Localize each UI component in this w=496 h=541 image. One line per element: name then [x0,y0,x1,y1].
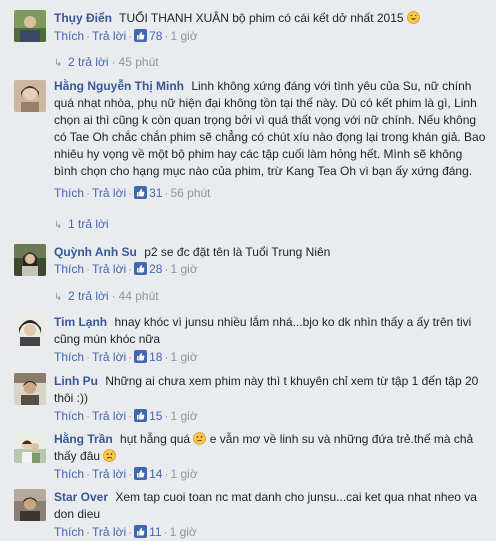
like-count[interactable]: 78 [134,29,162,43]
thumbs-up-icon [134,525,148,538]
laugh-emoji-icon [407,11,420,24]
like-count[interactable]: 28 [134,262,162,276]
like-button[interactable]: Thích [54,262,84,276]
comment-author[interactable]: Linh Pu [54,374,98,388]
reply-button[interactable]: Trả lời [92,467,126,481]
like-count-value: 11 [149,525,162,539]
avatar[interactable] [14,10,46,42]
comment-author[interactable]: Quỳnh Anh Su [54,245,137,259]
like-count[interactable]: 14 [134,467,162,481]
comment-text: hụt hẫng quá [120,432,191,446]
replies-count: 2 trả lời [68,289,109,303]
like-count[interactable]: 18 [134,350,162,364]
comment-item: Hằng Trần hụt hẫng quá e vẫn mơ về linh … [0,431,496,483]
reply-button[interactable]: Trả lời [92,186,126,200]
like-count[interactable]: 31 [134,186,162,200]
like-count[interactable]: 11 [134,525,162,539]
reply-button[interactable]: Trả lời [92,29,126,43]
disappointed-emoji-icon [103,449,117,462]
avatar[interactable] [14,80,46,112]
thumbs-up-icon [134,186,148,199]
avatar[interactable] [14,431,46,463]
comment-actions: Thích · Trả lời · 28 · 1 giờ [54,262,198,276]
comment-author[interactable]: Hằng Nguyễn Thị Minh [54,79,184,93]
avatar[interactable] [14,314,46,346]
comment-actions: Thích · Trả lời · 15 · 1 giờ [54,409,198,423]
thumbs-up-icon [134,29,148,42]
thumbs-up-icon [134,409,148,422]
comment-actions: Thích · Trả lời · 11 · 1 giờ [54,525,197,539]
replies-count: 1 trả lời [68,217,109,231]
comment-time[interactable]: 1 giờ [170,262,197,276]
comment-text: Những ai chưa xem phim này thì t khuyên … [54,374,479,405]
thumbs-up-icon [134,262,148,275]
like-count-value: 31 [149,186,163,200]
reply-button[interactable]: Trả lời [92,409,126,423]
comment-feed: Thụy Điển TUỔI THANH XUÂN bộ phim có cái… [0,0,496,541]
comment-author[interactable]: Thụy Điển [54,11,112,25]
replies-time: 44 phút [118,289,159,303]
comment-time[interactable]: 1 giờ [170,350,197,364]
like-button[interactable]: Thích [54,409,84,423]
like-count[interactable]: 15 [134,409,162,423]
comment-item: Hằng Nguyễn Thị Minh Linh không xứng đán… [0,79,496,232]
like-button[interactable]: Thích [54,350,84,364]
comment-text: Linh không xứng đáng với tình yêu của Su… [54,79,486,178]
comment-actions: Thích · Trả lời · 31 · 56 phút [54,186,211,200]
view-replies-link[interactable]: ↳ 2 trả lời · 44 phút [54,288,159,304]
thumbs-up-icon [134,467,148,480]
like-count-value: 28 [149,262,163,276]
like-button[interactable]: Thích [54,525,84,539]
comment-item: Tim Lạnh hnay khóc vì junsu nhiều lắm nh… [0,314,496,366]
comment-time[interactable]: 1 giờ [170,409,197,423]
like-button[interactable]: Thích [54,467,84,481]
like-button[interactable]: Thích [54,186,84,200]
comment-time[interactable]: 1 giờ [170,525,197,539]
like-count-value: 78 [149,29,163,43]
comment-item: Quỳnh Anh Su p2 se đc đặt tên là Tuổi Tr… [0,244,496,304]
comment-time[interactable]: 1 giờ [170,467,197,481]
avatar[interactable] [14,489,46,521]
reply-button[interactable]: Trả lời [92,350,126,364]
view-replies-link[interactable]: ↳ 1 trả lời [54,216,109,232]
avatar[interactable] [14,244,46,276]
comment-text: p2 se đc đặt tên là Tuổi Trung Niên [144,245,331,259]
comment-time[interactable]: 1 giờ [170,29,197,43]
comment-text: Xem tap cuoi toan nc mat danh cho junsu.… [54,490,477,521]
replies-time: 45 phút [118,55,159,69]
reply-button[interactable]: Trả lời [92,262,126,276]
comment-text-continued: e vẫn mơ về linh su và những đứa trẻ.thế… [54,432,474,463]
comment-time[interactable]: 56 phút [170,186,210,200]
avatar[interactable] [14,373,46,405]
comment-actions: Thích · Trả lời · 78 · 1 giờ [54,29,198,43]
reply-arrow-icon: ↳ [54,292,63,303]
like-button[interactable]: Thích [54,29,84,43]
like-count-value: 18 [149,350,163,364]
view-replies-link[interactable]: ↳ 2 trả lời · 45 phút [54,54,159,70]
confused-emoji-icon [193,432,207,445]
comment-actions: Thích · Trả lời · 18 · 1 giờ [54,350,198,364]
like-count-value: 14 [149,467,163,481]
reply-arrow-icon: ↳ [54,58,63,69]
comment-author[interactable]: Star Over [54,490,108,504]
comment-actions: Thích · Trả lời · 14 · 1 giờ [54,467,198,481]
comment-item: Star Over Xem tap cuoi toan nc mat danh … [0,489,496,541]
comment-text: TUỔI THANH XUÂN bộ phim có cái kết dở nh… [119,11,404,25]
comment-author[interactable]: Hằng Trần [54,432,113,446]
comment-item: Linh Pu Những ai chưa xem phim này thì t… [0,373,496,425]
like-count-value: 15 [149,409,163,423]
comment-author[interactable]: Tim Lạnh [54,315,107,329]
replies-count: 2 trả lời [68,55,109,69]
reply-button[interactable]: Trả lời [92,525,126,539]
comment-item: Thụy Điển TUỔI THANH XUÂN bộ phim có cái… [0,10,496,69]
comment-text: hnay khóc vì junsu nhiều lắm nhá...bjo k… [54,315,472,346]
reply-arrow-icon: ↳ [54,220,63,231]
thumbs-up-icon [134,350,148,363]
